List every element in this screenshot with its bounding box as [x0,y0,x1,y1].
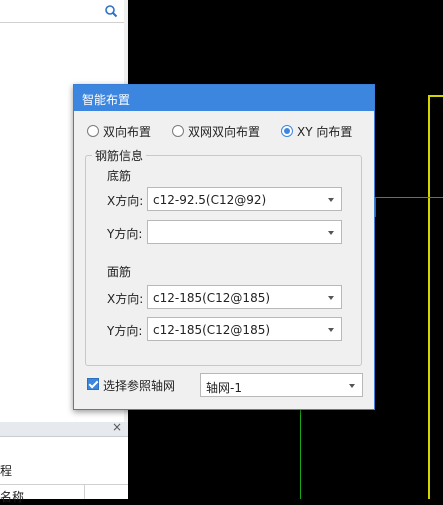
chevron-down-icon[interactable] [328,231,334,235]
panel-row-label: 程 [0,464,13,478]
radio-circle[interactable] [281,125,293,137]
properties-panel: × 程 名称 [0,420,129,504]
bottom-y-label: Y方向: [107,227,143,241]
axis-line-vertical [428,95,430,499]
dialog-title-bar[interactable]: 智能布置 [74,85,374,111]
search-bar[interactable] [0,0,124,23]
top-y-select[interactable]: c12-185(C12@185) [147,317,342,341]
radio-bidirectional[interactable]: 双向布置 [87,123,151,139]
top-y-label: Y方向: [107,324,143,338]
top-y-value: c12-185(C12@185) [153,323,271,337]
radio-double-net[interactable]: 双网双向布置 [172,123,260,139]
radio-circle[interactable] [87,125,99,137]
divider [0,484,128,485]
ref-grid-label: 选择参照轴网 [103,379,176,393]
search-icon[interactable] [104,4,118,18]
top-x-label: X方向: [107,292,144,306]
radio-xy[interactable]: XY 向布置 [281,123,352,139]
bottom-x-label: X方向: [107,194,144,208]
column-header-name: 名称 [0,490,25,504]
ref-grid-checkbox[interactable] [87,378,99,390]
dialog-title: 智能布置 [82,93,131,107]
smart-layout-dialog: 智能布置 双向布置 双网双向布置 XY 向布置 钢筋信息 底筋 X方向: c12… [73,84,375,410]
chevron-down-icon[interactable] [328,296,334,300]
top-rebar-label: 面筋 [107,265,132,279]
grid-line-horizontal [375,197,443,198]
chevron-down-icon[interactable] [349,384,355,388]
grid-line-vertical-2 [375,197,376,217]
column-divider [84,485,85,499]
bottom-x-value: c12-92.5(C12@92) [153,193,267,207]
radio-label: 双向布置 [103,124,152,139]
radio-label: XY 向布置 [297,124,353,139]
top-x-select[interactable]: c12-185(C12@185) [147,285,342,309]
radio-circle[interactable] [172,125,184,137]
radio-label: 双网双向布置 [188,124,261,139]
bottom-x-select[interactable]: c12-92.5(C12@92) [147,187,342,211]
chevron-down-icon[interactable] [328,198,334,202]
grid-select[interactable]: 轴网-1 [200,373,363,397]
axis-line-top [428,95,443,97]
bottom-rebar-label: 底筋 [107,169,132,183]
grid-line-vertical [300,410,301,499]
close-icon[interactable]: × [112,420,122,434]
top-x-value: c12-185(C12@185) [153,291,271,305]
chevron-down-icon[interactable] [328,328,334,332]
bottom-y-select[interactable] [147,220,342,244]
grid-value: 轴网-1 [206,381,242,395]
group-title: 钢筋信息 [92,147,147,164]
properties-panel-header: × [0,420,128,437]
